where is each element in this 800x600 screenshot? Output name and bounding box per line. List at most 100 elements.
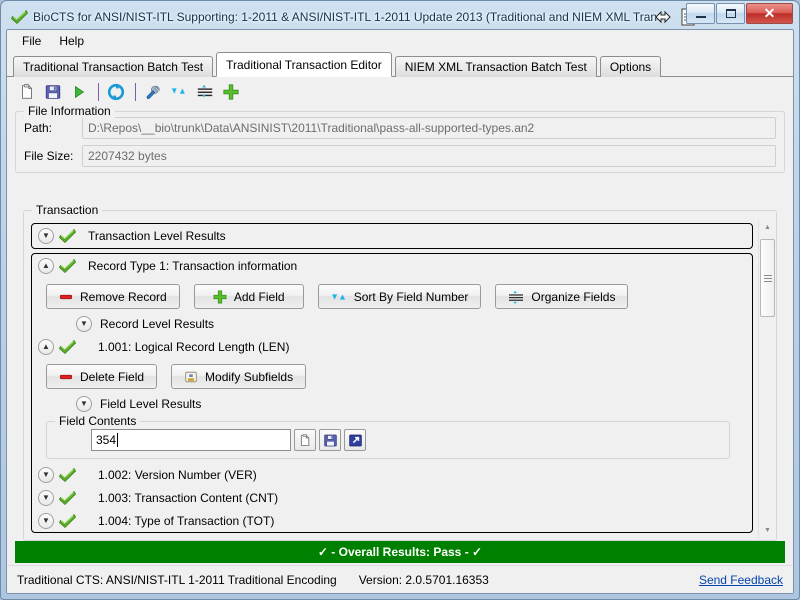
status-version-text: Version: 2.0.5701.16353 [358, 572, 489, 587]
record-type-1-label: Record Type 1: Transaction information [88, 259, 298, 273]
field-1-001-row[interactable]: ▲ 1.001: Logical Record Length (LEN) [32, 335, 752, 358]
delete-field-button[interactable]: Delete Field [46, 364, 158, 389]
sort-by-field-number-label: Sort By Field Number [353, 289, 469, 304]
record-level-results-row[interactable]: ▼ Record Level Results [32, 313, 752, 335]
record-type-1-panel: ▲ Record Type 1: Transaction information [31, 253, 753, 533]
field-level-results-row[interactable]: ▼ Field Level Results [32, 393, 752, 415]
field-contents-value: 354 [96, 433, 117, 447]
sort-by-field-number-button[interactable]: Sort By Field Number [317, 284, 482, 309]
organize-icon[interactable] [193, 80, 217, 104]
pass-check-icon [59, 490, 76, 505]
tab-strip: Traditional Transaction Batch Test Tradi… [7, 52, 793, 77]
maximize-button[interactable] [716, 3, 745, 24]
minus-red-icon [59, 290, 73, 304]
field-1-004-label: 1.004: Type of Transaction (TOT) [98, 513, 275, 528]
transaction-scroll-area: ▼ Transaction Level Results ▲ Record Typ… [25, 219, 775, 539]
field-contents-row: 354 [47, 422, 729, 458]
transaction-level-results-panel[interactable]: ▼ Transaction Level Results [31, 223, 753, 249]
menu-bar: File Help [7, 30, 793, 52]
toolbar [7, 77, 793, 107]
green-check-icon [11, 9, 28, 25]
save-icon[interactable] [319, 429, 341, 451]
transaction-level-results-header[interactable]: ▼ Transaction Level Results [32, 224, 752, 248]
save-icon[interactable] [41, 80, 65, 104]
tab-traditional-transaction-batch-test[interactable]: Traditional Transaction Batch Test [13, 56, 214, 77]
field-contents-group: Field Contents 354 [46, 414, 730, 459]
scroll-down-button[interactable]: ▼ [759, 522, 776, 539]
overall-results-text: ✓ - Overall Results: Pass - ✓ [317, 545, 483, 559]
record-type-1-header[interactable]: ▲ Record Type 1: Transaction information [32, 254, 752, 278]
run-icon[interactable] [67, 80, 91, 104]
application-window: BioCTS for ANSI/NIST-ITL Supporting: 1-2… [0, 0, 800, 600]
menu-item-help[interactable]: Help [50, 31, 93, 51]
field-contents-input[interactable]: 354 [91, 429, 291, 451]
subfields-icon [184, 370, 198, 384]
field-1-001-label: 1.001: Logical Record Length (LEN) [98, 339, 290, 354]
editor-panel: File Information Path: D:\Repos\__bio\tr… [7, 77, 793, 593]
remove-record-button[interactable]: Remove Record [46, 284, 180, 309]
chevron-up-icon[interactable]: ▲ [38, 338, 54, 355]
pass-check-icon [59, 513, 76, 528]
client-area: File Help Traditional Transaction Batch … [6, 29, 794, 594]
file-size-field[interactable]: 2207432 bytes [82, 145, 776, 167]
menu-item-file[interactable]: File [13, 31, 50, 51]
tab-niem-xml-transaction-batch-test[interactable]: NIEM XML Transaction Batch Test [394, 56, 597, 77]
field-button-row: Delete Field Modify Subfields [32, 358, 752, 393]
modify-subfields-button[interactable]: Modify Subfields [171, 364, 307, 389]
organize-fields-button[interactable]: Organize Fields [495, 284, 629, 309]
refresh-icon[interactable] [104, 80, 128, 104]
chevron-down-icon[interactable]: ▼ [76, 316, 92, 332]
window-title: BioCTS for ANSI/NIST-ITL Supporting: 1-2… [33, 10, 658, 24]
send-feedback-link[interactable]: Send Feedback [699, 573, 783, 587]
chevron-down-icon[interactable]: ▼ [38, 489, 54, 506]
copy-icon[interactable] [294, 429, 316, 451]
chevron-down-icon[interactable]: ▼ [76, 396, 92, 412]
transaction-level-results-label: Transaction Level Results [88, 229, 226, 243]
export-icon[interactable] [344, 429, 366, 451]
scrollbar-thumb[interactable] [760, 239, 775, 317]
field-1-003-label: 1.003: Transaction Content (CNT) [98, 490, 279, 505]
wrench-icon[interactable] [141, 80, 165, 104]
pass-check-icon [59, 258, 76, 274]
toolbar-separator-1 [98, 83, 99, 101]
tab-options[interactable]: Options [599, 56, 662, 77]
field-contents-label: Field Contents [55, 414, 141, 428]
file-size-label: File Size: [24, 149, 74, 163]
window-buttons: ✕ [685, 3, 793, 24]
modify-subfields-label: Modify Subfields [205, 369, 294, 384]
record-button-row: Remove Record Add Field Sort By Field Nu… [32, 278, 752, 313]
file-information-group: File Information Path: D:\Repos\__bio\tr… [15, 104, 785, 173]
status-encoding-text: Traditional CTS: ANSI/NIST-ITL 1-2011 Tr… [17, 572, 337, 587]
record-level-results-label: Record Level Results [100, 317, 215, 331]
sort-blue-icon [331, 290, 347, 304]
add-field-label: Add Field [233, 289, 285, 304]
file-size-row: File Size: 2207432 bytes [24, 144, 776, 168]
close-button[interactable]: ✕ [746, 3, 793, 24]
text-caret [117, 433, 119, 447]
sort-icon[interactable] [167, 80, 191, 104]
overall-results-bar: ✓ - Overall Results: Pass - ✓ [15, 541, 785, 563]
tab-traditional-transaction-editor[interactable]: Traditional Transaction Editor [216, 52, 392, 77]
status-bar: Traditional CTS: ANSI/NIST-ITL 1-2011 Tr… [7, 565, 793, 593]
vertical-scrollbar[interactable]: ▲ ▼ [758, 219, 775, 539]
resize-cursor-icon [655, 10, 671, 24]
pass-check-icon [59, 228, 76, 244]
file-information-label: File Information [24, 104, 115, 118]
chevron-down-icon[interactable]: ▼ [38, 466, 54, 483]
field-1-002-row[interactable]: ▼ 1.002: Version Number (VER) [32, 463, 752, 486]
minimize-button[interactable] [686, 3, 715, 24]
chevron-down-icon[interactable]: ▼ [38, 228, 54, 244]
scroll-up-button[interactable]: ▲ [759, 219, 776, 236]
chevron-up-icon[interactable]: ▲ [38, 258, 54, 274]
add-icon[interactable] [219, 80, 243, 104]
field-1-003-row[interactable]: ▼ 1.003: Transaction Content (CNT) [32, 486, 752, 509]
path-field[interactable]: D:\Repos\__bio\trunk\Data\ANSINIST\2011\… [82, 117, 776, 139]
field-1-004-row[interactable]: ▼ 1.004: Type of Transaction (TOT) [32, 509, 752, 532]
minus-red-icon [59, 370, 73, 384]
chevron-down-icon[interactable]: ▼ [38, 512, 54, 529]
path-label: Path: [24, 121, 53, 135]
pass-check-icon [59, 467, 76, 482]
new-icon[interactable] [15, 80, 39, 104]
add-field-button[interactable]: Add Field [193, 284, 304, 309]
transaction-group: Transaction ▼ Transaction Level Results [23, 203, 777, 541]
